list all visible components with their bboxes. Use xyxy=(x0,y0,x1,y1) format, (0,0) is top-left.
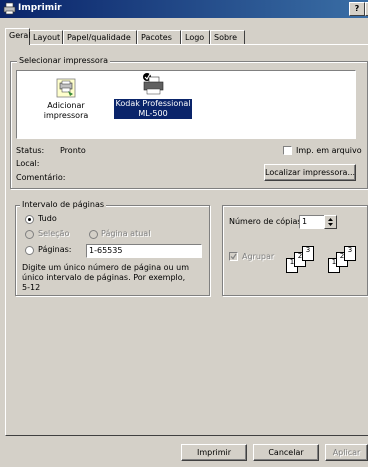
pages-label: Páginas: xyxy=(38,245,72,254)
copies-input[interactable]: 1 xyxy=(299,215,325,229)
all-pages-radio[interactable] xyxy=(25,215,34,224)
tab-sobre[interactable]: Sobre xyxy=(210,30,245,44)
selection-radio[interactable] xyxy=(25,230,34,239)
tab-papel-qualidade[interactable]: Papel/qualidade xyxy=(63,30,137,44)
printer-list[interactable]: Adicionar impressora Kodak Professional … xyxy=(16,70,356,139)
page-range-legend: Intervalo de páginas xyxy=(20,200,107,209)
printer-app-icon xyxy=(3,2,16,15)
page-card: 3 xyxy=(302,246,314,261)
comment-label: Comentário: xyxy=(16,173,66,182)
tab-geral[interactable]: Geral xyxy=(5,28,31,45)
page-card: 3 xyxy=(344,246,356,261)
find-printer-button[interactable]: Localizar impressora... xyxy=(264,164,356,181)
spinner-arrows-icon xyxy=(328,218,333,226)
current-page-label: Página atual xyxy=(101,229,151,238)
collate-checkbox[interactable] xyxy=(229,252,238,261)
selection-label: Seleção xyxy=(38,229,70,238)
tab-layout[interactable]: Layout xyxy=(29,30,63,44)
print-button[interactable]: Imprimir xyxy=(181,444,247,461)
add-printer-icon xyxy=(56,78,76,98)
add-printer-label-line2: impressora xyxy=(43,111,89,120)
all-pages-label: Tudo xyxy=(38,214,57,223)
window-title: Imprimir xyxy=(18,3,62,13)
pages-input[interactable]: 1-65535 xyxy=(86,244,202,258)
help-button[interactable]: ? xyxy=(349,2,365,16)
cancel-button[interactable]: Cancelar xyxy=(253,444,319,461)
checkmark-icon xyxy=(230,253,237,260)
add-printer-item[interactable]: Adicionar impressora xyxy=(41,77,91,121)
tab-pacotes[interactable]: Pacotes xyxy=(137,30,181,44)
copies-label: Número de cópias: xyxy=(229,217,305,226)
page-range-help-line2: único intervalo de páginas. Por exemplo, xyxy=(22,273,186,282)
collate-label: Agrupar xyxy=(242,252,275,261)
tab-logo[interactable]: Logo xyxy=(181,30,210,44)
add-printer-label-line1: Adicionar xyxy=(47,101,85,110)
location-label: Local: xyxy=(16,159,40,168)
status-value: Pronto xyxy=(60,146,86,155)
kodak-printer-label-line1: Kodak Professional xyxy=(114,99,192,109)
page-range-help-line3: 5-12 xyxy=(22,283,41,292)
kodak-printer-label-line2: ML-500 xyxy=(114,109,192,119)
print-to-file-checkbox[interactable] xyxy=(283,146,292,155)
kodak-printer-item[interactable]: Kodak Professional ML-500 xyxy=(114,71,192,119)
current-page-radio[interactable] xyxy=(89,230,98,239)
copies-spinner[interactable] xyxy=(324,215,337,229)
pages-radio[interactable] xyxy=(25,246,34,255)
page-range-help-line1: Digite um único número de página ou um xyxy=(22,263,190,272)
print-to-file-label: Imp. em arquivo xyxy=(296,146,362,155)
status-label: Status: xyxy=(16,146,45,155)
select-printer-legend: Selecionar impressora xyxy=(17,56,111,65)
apply-button[interactable]: Aplicar xyxy=(325,444,368,461)
title-bar: Imprimir ? x xyxy=(0,0,368,18)
printer-icon xyxy=(143,73,164,95)
